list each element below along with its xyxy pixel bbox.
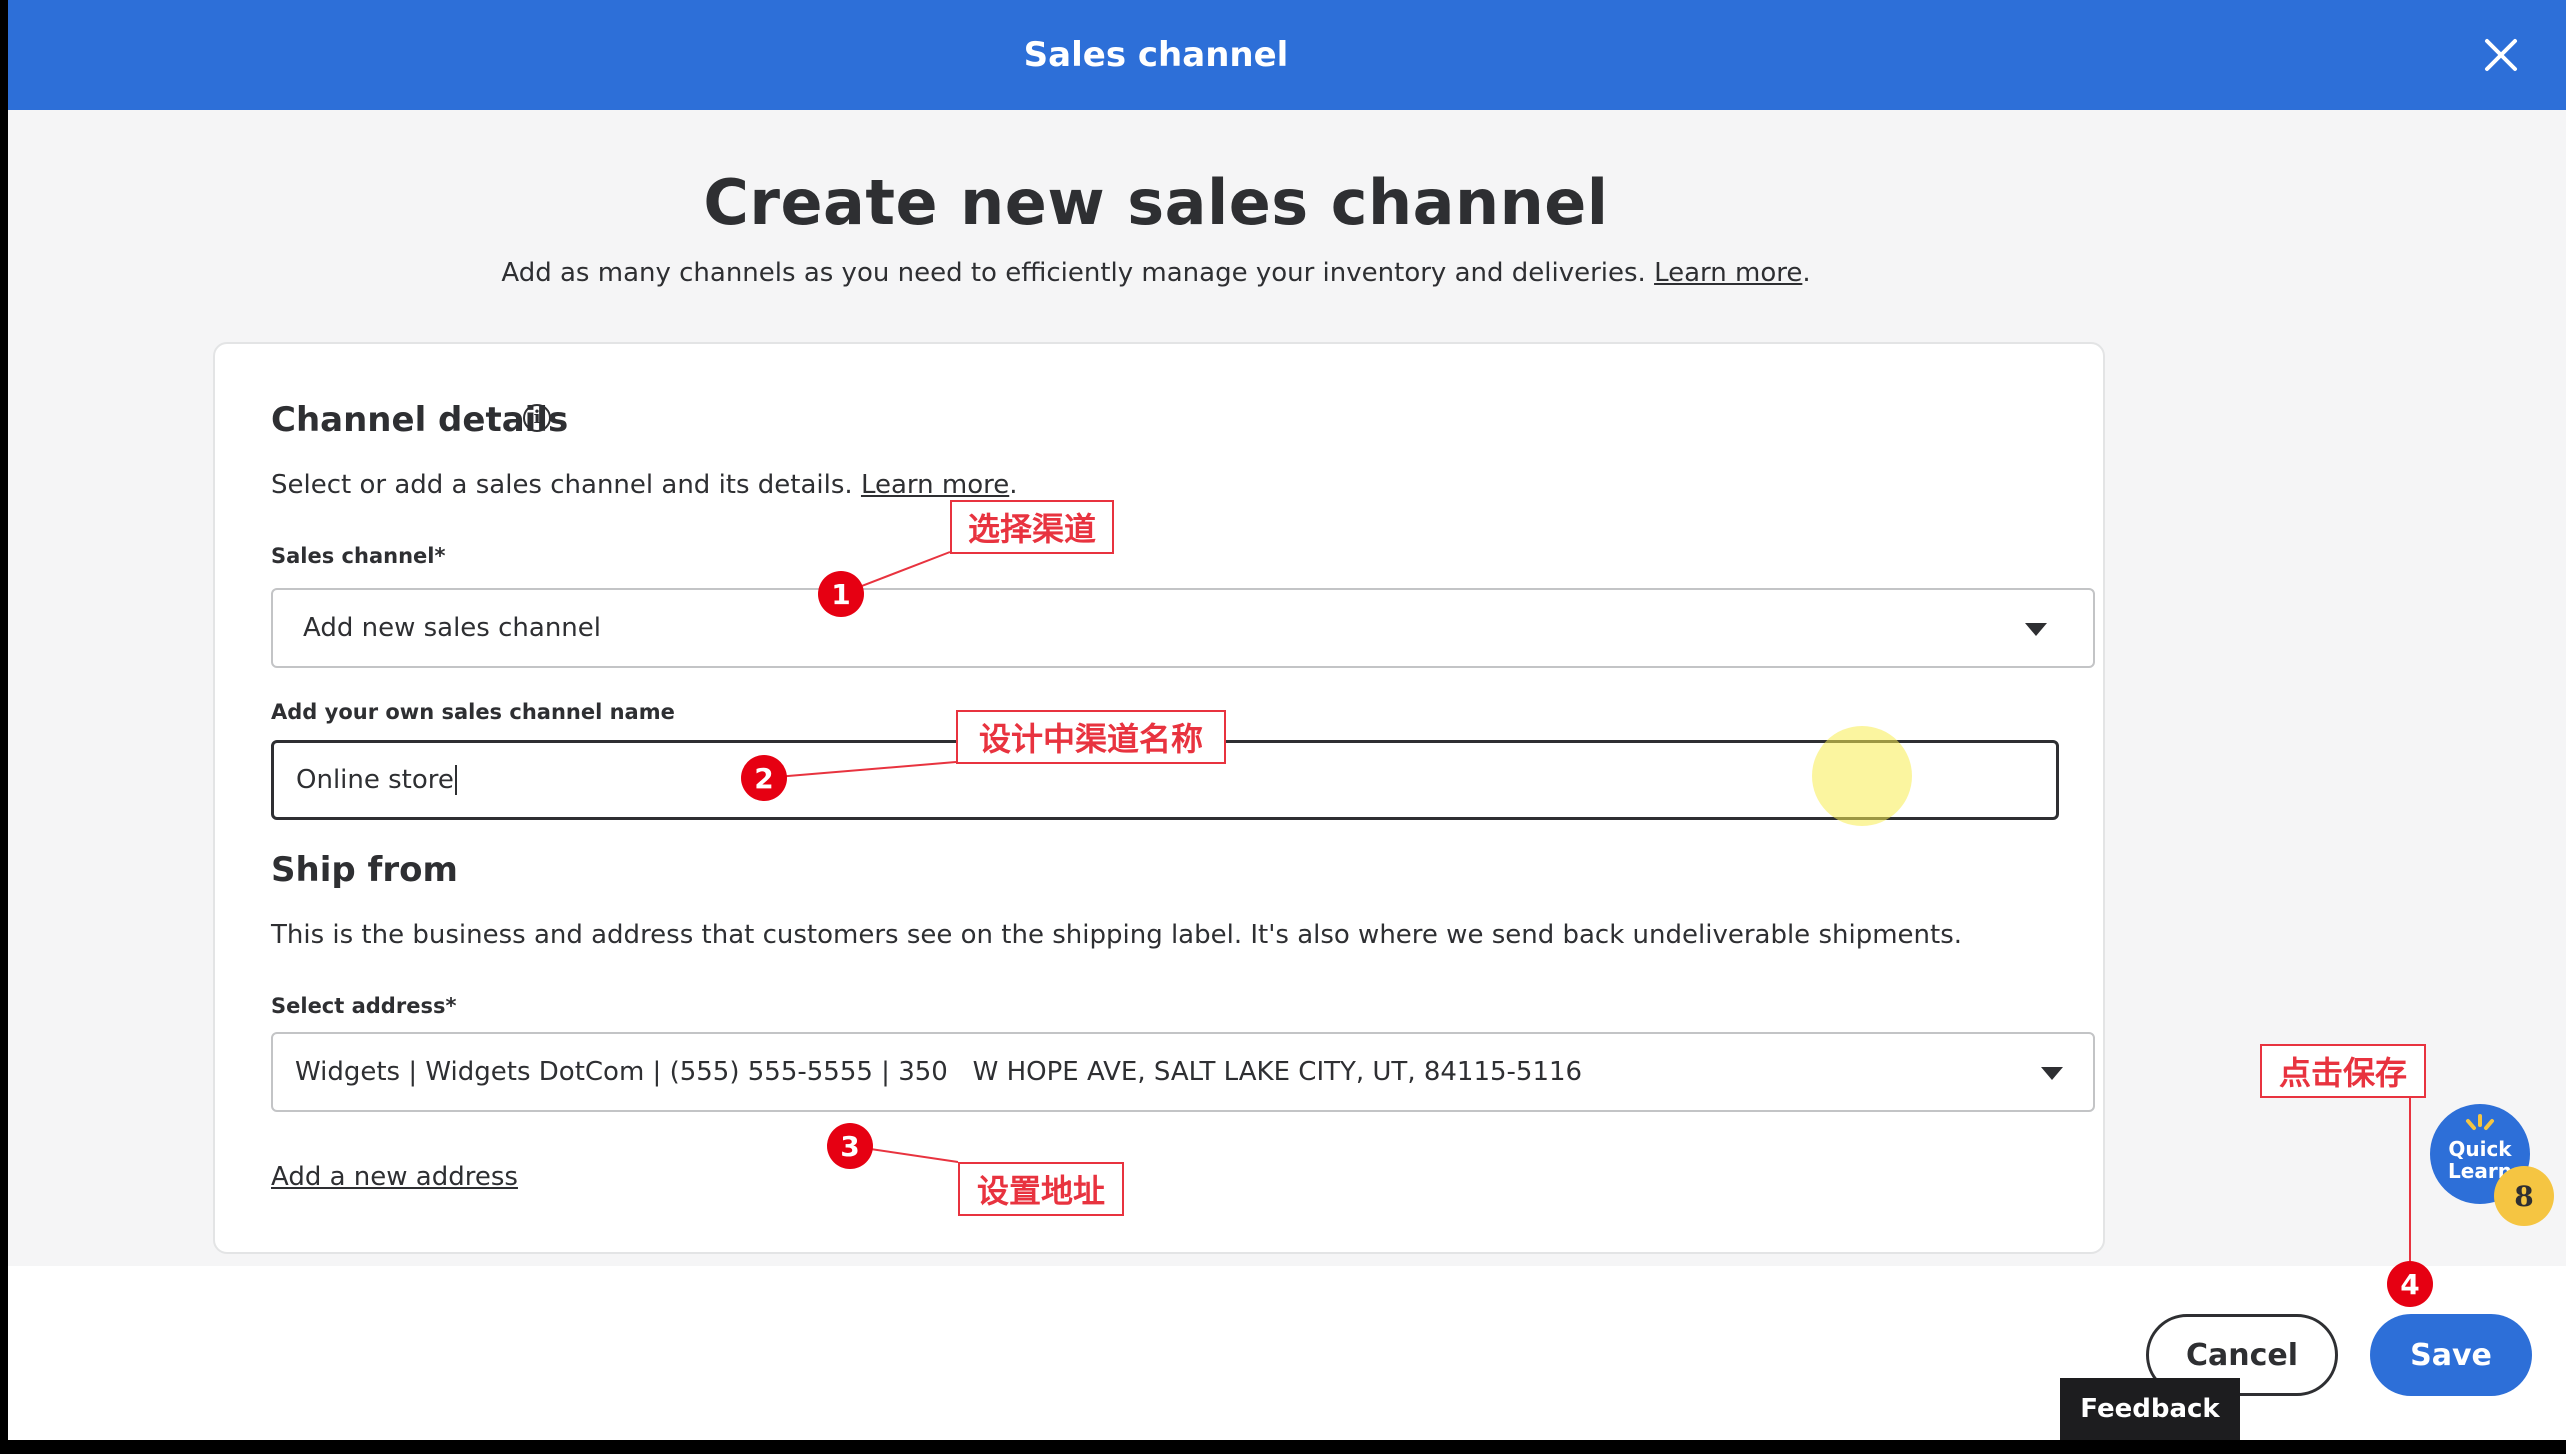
- select-address-label: Select address*: [271, 994, 457, 1018]
- address-value: Widgets | Widgets DotCom | (555) 555-555…: [295, 1057, 1583, 1087]
- ship-from-description: This is the business and address that cu…: [271, 920, 1963, 950]
- sales-channel-select[interactable]: Add new sales channel: [271, 588, 2095, 668]
- channel-details-description: Select or add a sales channel and its de…: [271, 470, 1018, 500]
- spark-icon: [2466, 1114, 2494, 1130]
- channel-details-description-text: Select or add a sales channel and its de…: [271, 470, 853, 500]
- annotation-label-2: 设计中渠道名称: [956, 710, 1226, 764]
- own-channel-name-value: Online store: [296, 765, 454, 795]
- ship-from-heading: Ship from: [271, 850, 458, 890]
- modal-window: Sales channel Create new sales channel A…: [8, 0, 2566, 1440]
- page-subtitle-text: Add as many channels as you need to effi…: [501, 258, 1646, 288]
- chevron-down-icon: [2025, 623, 2047, 636]
- annotation-marker-3: 3: [827, 1123, 873, 1169]
- close-button[interactable]: [2476, 30, 2526, 80]
- feedback-button[interactable]: Feedback: [2060, 1378, 2240, 1440]
- annotation-label-1: 选择渠道: [950, 500, 1114, 554]
- chevron-down-icon: [2041, 1067, 2063, 1080]
- annotation-marker-4: 4: [2387, 1261, 2433, 1307]
- page-subtitle: Add as many channels as you need to effi…: [8, 258, 2304, 288]
- cursor-highlight: [1812, 726, 1912, 826]
- page-subtitle-period: .: [1802, 258, 1811, 288]
- modal-body: Create new sales channel Add as many cha…: [8, 110, 2566, 1266]
- close-icon: [2485, 39, 2517, 71]
- screen: Sales channel Create new sales channel A…: [0, 0, 2566, 1454]
- annotation-marker-1: 1: [818, 571, 864, 617]
- channel-details-period: .: [1009, 470, 1018, 500]
- save-button[interactable]: Save: [2370, 1314, 2532, 1396]
- channel-details-learn-more-link[interactable]: Learn more: [861, 470, 1009, 500]
- modal-title: Sales channel: [1023, 35, 1289, 75]
- address-select[interactable]: Widgets | Widgets DotCom | (555) 555-555…: [271, 1032, 2095, 1112]
- sales-channel-value: Add new sales channel: [303, 613, 601, 643]
- annotation-label-4: 点击保存: [2260, 1044, 2426, 1098]
- info-icon[interactable]: i: [523, 404, 551, 432]
- page-title: Create new sales channel: [703, 166, 1609, 239]
- quick-learn-line1: Quick: [2448, 1137, 2512, 1161]
- learn-more-link[interactable]: Learn more: [1654, 258, 1802, 288]
- add-new-address-link[interactable]: Add a new address: [271, 1162, 518, 1192]
- text-caret: [454, 765, 457, 795]
- quick-learn-badge: 8: [2494, 1166, 2554, 1226]
- sales-channel-label: Sales channel*: [271, 544, 446, 568]
- annotation-label-3: 设置地址: [958, 1162, 1124, 1216]
- modal-header: Sales channel: [8, 0, 2566, 110]
- annotation-marker-2: 2: [741, 755, 787, 801]
- own-channel-name-label: Add your own sales channel name: [271, 700, 675, 724]
